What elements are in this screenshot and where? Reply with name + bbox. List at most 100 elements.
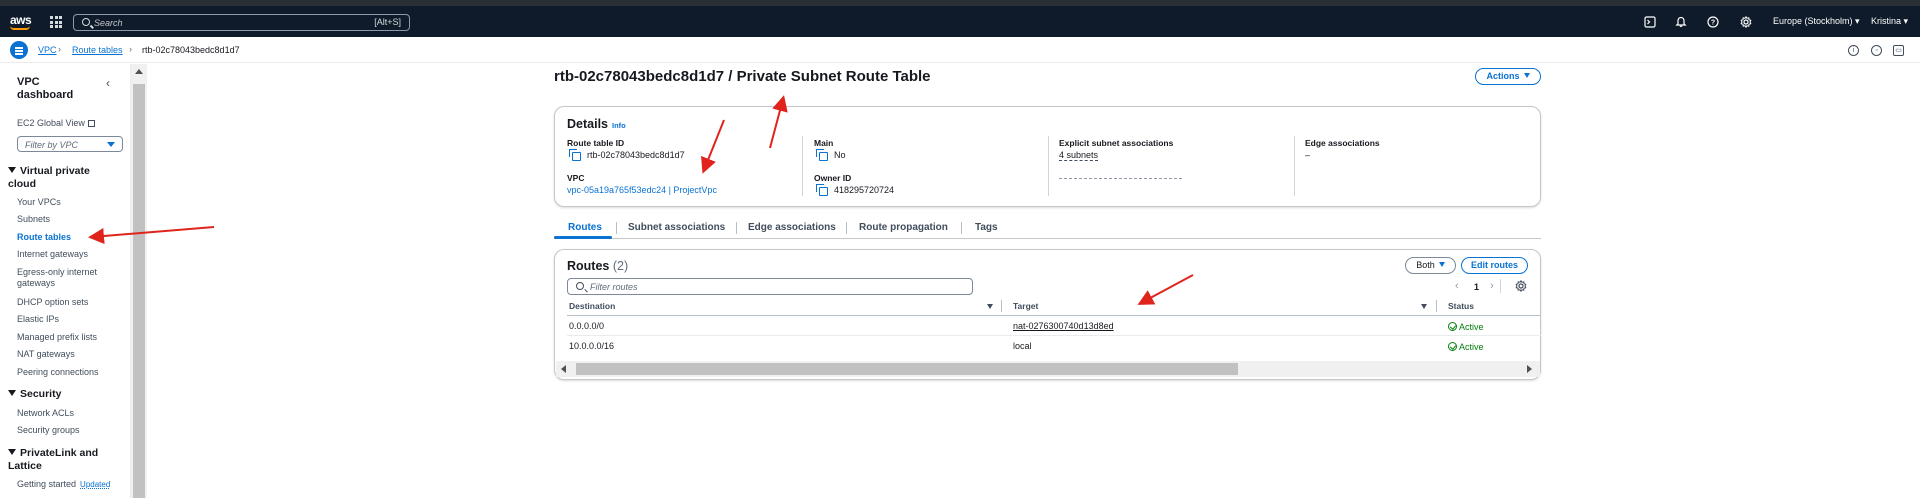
sidebar-section-privatelink[interactable]: PrivateLink and Lattice — [8, 447, 108, 473]
scroll-right-icon[interactable] — [1527, 365, 1532, 373]
tab-subnet-associations[interactable]: Subnet associations — [628, 222, 725, 233]
menu-toggle-button[interactable] — [10, 41, 28, 59]
chevron-right-icon: › — [129, 44, 132, 54]
column-header-status[interactable]: Status — [1448, 301, 1474, 311]
vpc-link[interactable]: vpc-05a19a765f53edc24 | ProjectVpc — [567, 185, 717, 195]
vpc-filter-select[interactable]: Filter by VPC — [17, 136, 123, 152]
details-heading: Details Info — [567, 117, 626, 131]
breadcrumb-vpc[interactable]: VPC — [38, 45, 57, 55]
sidebar-item-internet-gateways[interactable]: Internet gateways — [17, 249, 88, 260]
column-resizer[interactable] — [1001, 300, 1002, 312]
sidebar-item-elastic-ips[interactable]: Elastic IPs — [17, 314, 59, 325]
column-header-destination[interactable]: Destination — [569, 301, 615, 311]
expand-icon — [8, 167, 16, 173]
account-menu[interactable]: Kristina ▾ — [1871, 16, 1908, 27]
sidebar-scrollbar-thumb[interactable] — [133, 84, 145, 498]
feedback-icon[interactable]: ◦ — [1871, 45, 1882, 56]
sidebar-title[interactable]: VPC dashboard — [17, 76, 87, 102]
route-target: local — [1013, 341, 1032, 351]
sidebar-item-egress-only-gateways[interactable]: Egress-only internet gateways — [17, 267, 107, 289]
actions-button[interactable]: Actions — [1475, 68, 1541, 85]
search-bar[interactable]: [Alt+S] — [73, 14, 410, 31]
explicit-subnet-associations-value[interactable]: 4 subnets — [1059, 150, 1099, 161]
tab-routes[interactable]: Routes — [568, 222, 602, 233]
sort-icon[interactable] — [987, 304, 993, 309]
caret-down-icon — [1523, 73, 1530, 78]
sidebar-item-ec2-global-view[interactable]: EC2 Global View — [17, 118, 95, 129]
route-destination: 10.0.0.0/16 — [569, 341, 615, 351]
expand-icon — [8, 390, 16, 396]
chevron-right-icon: › — [58, 44, 61, 54]
updated-badge: Updated — [80, 480, 111, 489]
tab-edge-associations[interactable]: Edge associations — [748, 222, 836, 233]
chevron-left-icon[interactable]: ‹ — [1455, 280, 1459, 292]
main-label: Main — [814, 138, 834, 148]
scroll-up-icon[interactable] — [135, 69, 143, 74]
check-circle-icon — [1448, 322, 1457, 331]
copy-icon[interactable] — [816, 149, 828, 161]
sidebar-section-vpc[interactable]: Virtual private cloud — [8, 165, 118, 191]
top-navigation: aws [Alt+S] ? Europe (Stockholm) ▾ Krist… — [0, 0, 1920, 37]
sidebar-item-nat-gateways[interactable]: NAT gateways — [17, 349, 75, 360]
sidebar-item-route-tables[interactable]: Route tables — [17, 232, 71, 243]
collapse-sidebar-icon[interactable]: ‹ — [106, 76, 110, 90]
sort-icon[interactable] — [1421, 304, 1427, 309]
dashed-separator — [1059, 178, 1182, 179]
search-icon — [576, 282, 584, 290]
sidebar-section-security[interactable]: Security — [8, 388, 61, 401]
info-icon[interactable]: i — [1848, 45, 1859, 56]
info-link[interactable]: Info — [612, 121, 626, 130]
route-target-link[interactable]: nat-0276300740d13d8ed — [1013, 321, 1114, 331]
copy-icon[interactable] — [569, 149, 581, 161]
header-separator — [567, 315, 1541, 316]
sidebar-item-managed-prefix-lists[interactable]: Managed prefix lists — [17, 332, 97, 343]
top-strip — [0, 0, 1920, 6]
route-destination: 0.0.0.0/0 — [569, 321, 605, 331]
copy-icon[interactable] — [816, 184, 828, 196]
scroll-left-icon[interactable] — [561, 365, 566, 373]
page-number[interactable]: 1 — [1474, 282, 1479, 292]
filter-routes-input[interactable] — [590, 281, 890, 293]
status-badge: Active — [1448, 341, 1484, 352]
sidebar-item-your-vpcs[interactable]: Your VPCs — [17, 197, 61, 208]
breadcrumb-bar: VPC › Route tables › rtb-02c78043bedc8d1… — [0, 37, 1920, 63]
breadcrumb-route-tables[interactable]: Route tables — [72, 45, 123, 55]
search-input[interactable] — [94, 16, 334, 29]
aws-logo-smile — [10, 26, 30, 30]
divider — [802, 136, 803, 196]
vpc-label: VPC — [567, 173, 585, 183]
bell-icon[interactable] — [1675, 16, 1687, 28]
gear-icon[interactable] — [1740, 15, 1752, 29]
sidebar-item-peering-connections[interactable]: Peering connections — [17, 367, 99, 378]
breadcrumb-current: rtb-02c78043bedc8d1d7 — [142, 45, 240, 55]
caret-down-icon — [107, 142, 115, 147]
tab-route-propagation[interactable]: Route propagation — [859, 222, 948, 233]
both-select[interactable]: Both — [1405, 257, 1456, 274]
chevron-right-icon[interactable]: › — [1490, 280, 1494, 292]
sidebar-item-security-groups[interactable]: Security groups — [17, 425, 80, 436]
sidebar-item-getting-started[interactable]: Getting started Updated — [17, 479, 110, 490]
sidebar-item-subnets[interactable]: Subnets — [17, 214, 50, 225]
filter-routes-field[interactable] — [567, 278, 973, 295]
cloudshell-icon[interactable] — [1644, 16, 1656, 28]
active-tab-indicator — [554, 236, 612, 239]
svg-text:?: ? — [1711, 20, 1715, 27]
routes-count: (2) — [612, 259, 629, 273]
horizontal-scrollbar-thumb[interactable] — [576, 363, 1238, 375]
edit-routes-button[interactable]: Edit routes — [1461, 257, 1528, 274]
divider — [1294, 136, 1295, 196]
route-table-id-value: rtb-02c78043bedc8d1d7 — [587, 150, 685, 160]
region-selector[interactable]: Europe (Stockholm) ▾ — [1773, 16, 1860, 27]
page-title: rtb-02c78043bedc8d1d7 / Private Subnet R… — [554, 68, 931, 85]
help-icon[interactable]: ? — [1707, 16, 1719, 28]
services-grid-icon[interactable] — [50, 16, 62, 28]
column-resizer[interactable] — [1436, 300, 1437, 312]
aws-logo[interactable]: aws — [10, 13, 32, 27]
sidebar-item-network-acls[interactable]: Network ACLs — [17, 408, 74, 419]
sidebar-item-dhcp-option-sets[interactable]: DHCP option sets — [17, 297, 88, 308]
panel-icon[interactable]: ▭ — [1893, 45, 1904, 56]
column-header-target[interactable]: Target — [1013, 301, 1038, 311]
tab-tags[interactable]: Tags — [975, 222, 998, 233]
table-settings-gear-icon[interactable] — [1515, 279, 1527, 295]
expand-icon — [8, 449, 16, 455]
